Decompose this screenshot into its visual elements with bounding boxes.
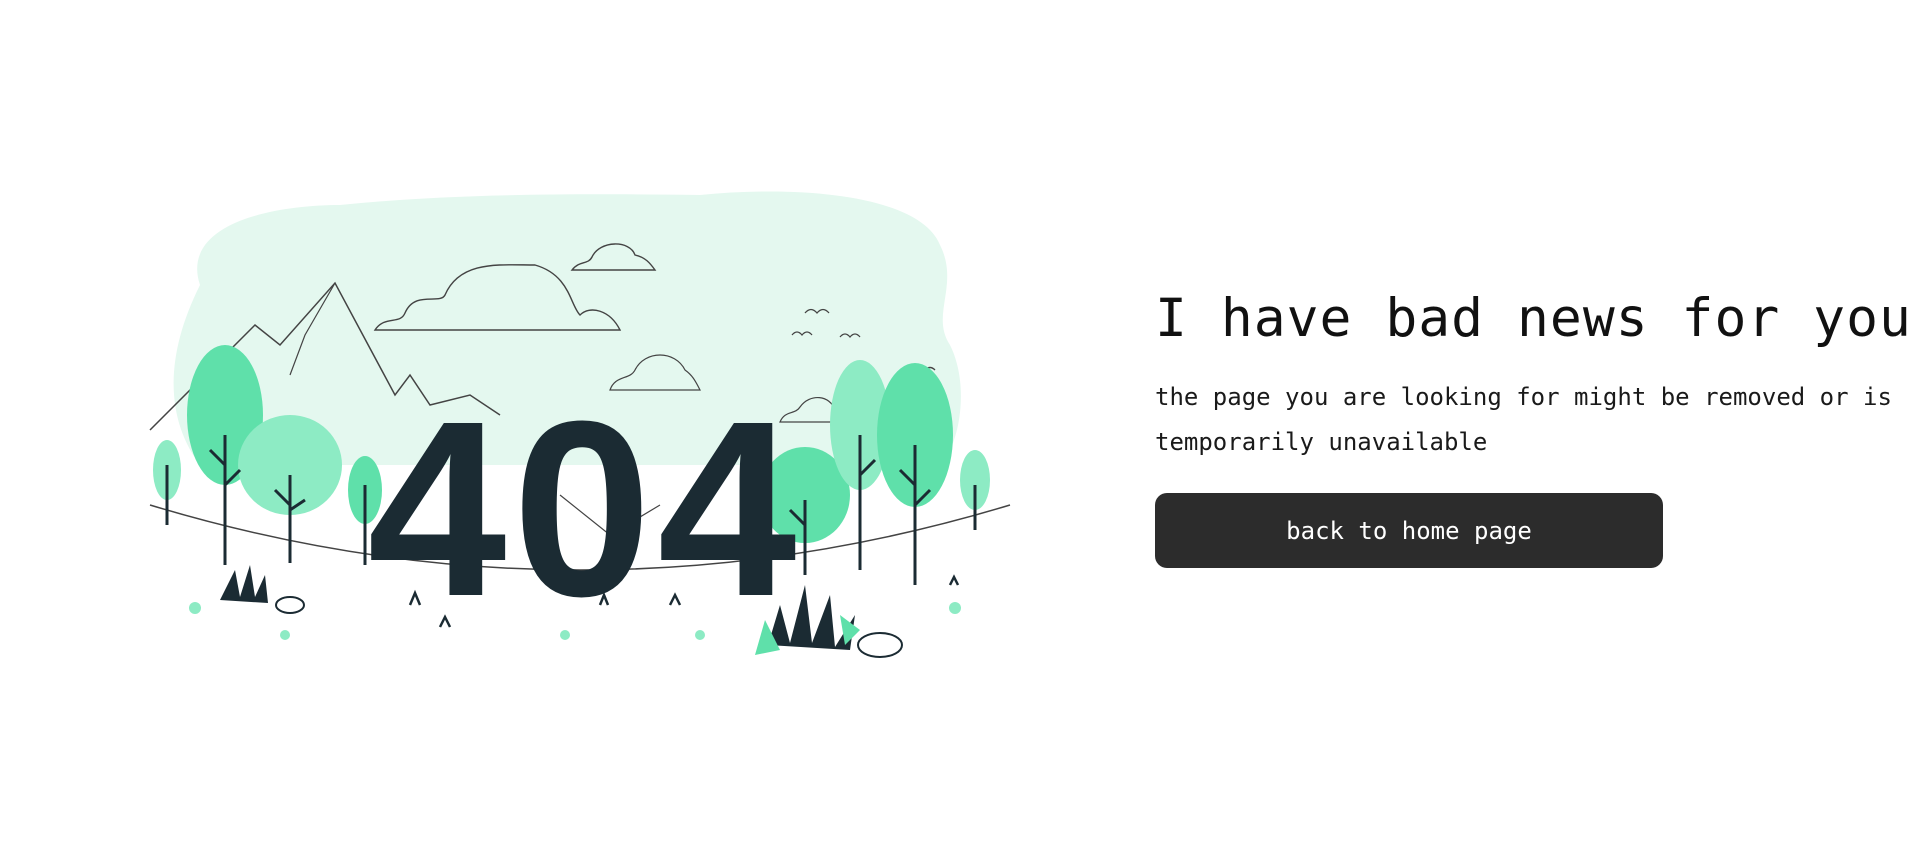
rock — [857, 632, 903, 658]
error-message: the page you are looking for might be re… — [1155, 383, 1892, 456]
plant-dot — [560, 630, 570, 640]
plant-dot — [280, 630, 290, 640]
bush-left — [220, 565, 268, 603]
rock — [275, 596, 305, 614]
plant-dot — [695, 630, 705, 640]
plant-dot — [189, 602, 201, 614]
plant-dot — [949, 602, 961, 614]
error-page: 404 I have bad news for you the page you… — [0, 0, 1920, 866]
error-code-text: 404 — [367, 369, 802, 648]
back-to-home-button[interactable]: back to home page — [1155, 493, 1663, 568]
message-panel: I have bad news for you the page you are… — [1155, 285, 1920, 568]
page-title: I have bad news for you — [1155, 288, 1912, 349]
illustration-svg: 404 — [149, 191, 1011, 658]
404-illustration: 404 — [140, 165, 1020, 675]
